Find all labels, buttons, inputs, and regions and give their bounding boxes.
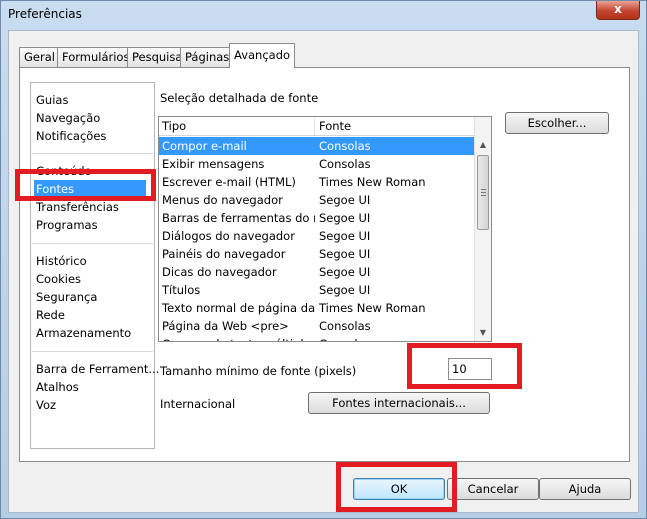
font-list-row[interactable]: Diálogos do navegador Segoe UI xyxy=(159,227,475,245)
font-selection-heading: Seleção detalhada de fonte xyxy=(160,91,319,105)
ok-button[interactable]: OK xyxy=(353,478,445,500)
international-fonts-button[interactable]: Fontes internacionais... xyxy=(308,392,490,414)
column-header-tipo[interactable]: Tipo xyxy=(162,119,186,133)
nav-item-conteudo[interactable]: Conteúdo xyxy=(34,162,92,180)
min-font-size-label: Tamanho mínimo de fonte (pixels) xyxy=(160,364,357,378)
row-font-cell: Segoe UI xyxy=(319,283,371,297)
nav-item-seguranca[interactable]: Segurança xyxy=(34,288,97,306)
help-button[interactable]: Ajuda xyxy=(539,478,631,500)
nav-item-atalhos[interactable]: Atalhos xyxy=(34,378,79,396)
scroll-thumb[interactable] xyxy=(477,155,489,230)
min-font-size-input[interactable]: 10 xyxy=(448,358,492,380)
scroll-up-arrow-icon[interactable]: ▲ xyxy=(475,136,491,153)
row-font-cell: Segoe UI xyxy=(319,193,371,207)
row-type-cell: Campos de texto múltiplo d... xyxy=(162,335,315,341)
column-header-fonte[interactable]: Fonte xyxy=(319,119,351,133)
nav-separator xyxy=(32,243,153,244)
nav-item-cookies[interactable]: Cookies xyxy=(34,270,81,288)
font-list-row[interactable]: Compor e-mail Consolas xyxy=(159,137,475,155)
advanced-tab-panel: Guias Navegação Notificações Conteúdo Fo… xyxy=(19,67,630,462)
font-list-row[interactable]: Texto normal de página da ... Times New R… xyxy=(159,299,475,317)
row-font-cell: Segoe UI xyxy=(319,211,371,225)
font-list-row[interactable]: Títulos Segoe UI xyxy=(159,281,475,299)
font-type-list[interactable]: Tipo Fonte Compor e-mail Consolas Exibir m… xyxy=(158,116,492,342)
choose-font-button[interactable]: Escolher... xyxy=(505,112,609,134)
font-list-row[interactable]: Campos de texto múltiplo d... Consolas xyxy=(159,335,475,341)
row-font-cell: Segoe UI xyxy=(319,265,371,279)
font-list-row[interactable]: Página da Web <pre> Consolas xyxy=(159,317,475,335)
nav-item-historico[interactable]: Histórico xyxy=(34,252,87,270)
row-type-cell: Diálogos do navegador xyxy=(162,229,295,243)
title-bar[interactable]: Preferências x xyxy=(1,1,646,29)
nav-item-navegacao[interactable]: Navegação xyxy=(34,109,100,127)
nav-item-barra-ferramentas[interactable]: Barra de Ferrament... xyxy=(34,360,159,378)
row-type-cell: Compor e-mail xyxy=(162,139,247,153)
row-font-cell: Consolas xyxy=(319,335,475,341)
tab-geral[interactable]: Geral xyxy=(19,47,58,67)
close-button[interactable]: x xyxy=(596,1,640,20)
cancel-button[interactable]: Cancelar xyxy=(447,478,539,500)
vertical-scrollbar[interactable]: ▲ ▼ xyxy=(474,117,491,341)
font-list-row[interactable]: Escrever e-mail (HTML) Times New Roman xyxy=(159,173,475,191)
nav-separator xyxy=(32,153,153,154)
nav-item-armazenamento[interactable]: Armazenamento xyxy=(34,324,131,342)
international-label: Internacional xyxy=(160,397,236,411)
nav-separator xyxy=(32,351,153,352)
row-type-cell: Texto normal de página da ... xyxy=(162,301,315,315)
font-list-row[interactable]: Dicas do navegador Segoe UI xyxy=(159,263,475,281)
nav-item-transferencias[interactable]: Transferências xyxy=(34,198,119,216)
nav-item-rede[interactable]: Rede xyxy=(34,306,65,324)
advanced-category-list[interactable]: Guias Navegação Notificações Conteúdo Fo… xyxy=(30,82,159,449)
row-font-cell: Times New Roman xyxy=(319,175,426,189)
tab-formularios[interactable]: Formulários xyxy=(57,47,129,67)
row-type-cell: Menus do navegador xyxy=(162,193,283,207)
row-type-cell: Exibir mensagens xyxy=(162,157,265,171)
row-type-cell: Painéis do navegador xyxy=(162,247,286,261)
close-icon: x xyxy=(614,2,622,16)
row-type-cell: Dicas do navegador xyxy=(162,265,277,279)
tab-pesquisa[interactable]: Pesquisa xyxy=(127,47,182,67)
scroll-down-arrow-icon[interactable]: ▼ xyxy=(475,324,491,341)
row-font-cell: Consolas xyxy=(319,139,371,153)
column-divider[interactable] xyxy=(314,117,315,135)
font-list-row[interactable]: Exibir mensagens Consolas xyxy=(159,155,475,173)
row-font-cell: Times New Roman xyxy=(319,301,426,315)
nav-item-guias[interactable]: Guias xyxy=(34,91,68,109)
row-type-cell: Barras de ferramentas do n... xyxy=(162,211,315,225)
tab-avancado[interactable]: Avançado xyxy=(229,43,295,68)
row-font-cell: Segoe UI xyxy=(319,229,371,243)
nav-item-voz[interactable]: Voz xyxy=(34,396,56,414)
row-type-cell: Títulos xyxy=(162,283,201,297)
list-header: Tipo Fonte xyxy=(159,117,475,136)
nav-item-programas[interactable]: Programas xyxy=(34,216,98,234)
font-rows: Compor e-mail Consolas Exibir mensagens Con… xyxy=(159,137,475,341)
tab-paginas[interactable]: Páginas xyxy=(180,47,230,67)
font-list-row[interactable]: Barras de ferramentas do n... Segoe UI xyxy=(159,209,475,227)
nav-item-notificacoes[interactable]: Notificações xyxy=(34,127,106,145)
dialog-client-area: Geral Formulários Pesquisa Páginas Avanç… xyxy=(8,30,639,513)
window-title: Preferências xyxy=(8,7,82,21)
nav-item-fontes[interactable]: Fontes xyxy=(34,180,146,198)
font-list-row[interactable]: Painéis do navegador Segoe UI xyxy=(159,245,475,263)
row-type-cell: Escrever e-mail (HTML) xyxy=(162,175,296,189)
row-type-cell: Página da Web <pre> xyxy=(162,319,289,333)
font-list-row[interactable]: Menus do navegador Segoe UI xyxy=(159,191,475,209)
preferences-window: Preferências x Geral Formulários Pesquis… xyxy=(0,0,647,519)
row-font-cell: Consolas xyxy=(319,157,371,171)
row-font-cell: Segoe UI xyxy=(319,247,371,261)
row-font-cell: Consolas xyxy=(319,319,371,333)
